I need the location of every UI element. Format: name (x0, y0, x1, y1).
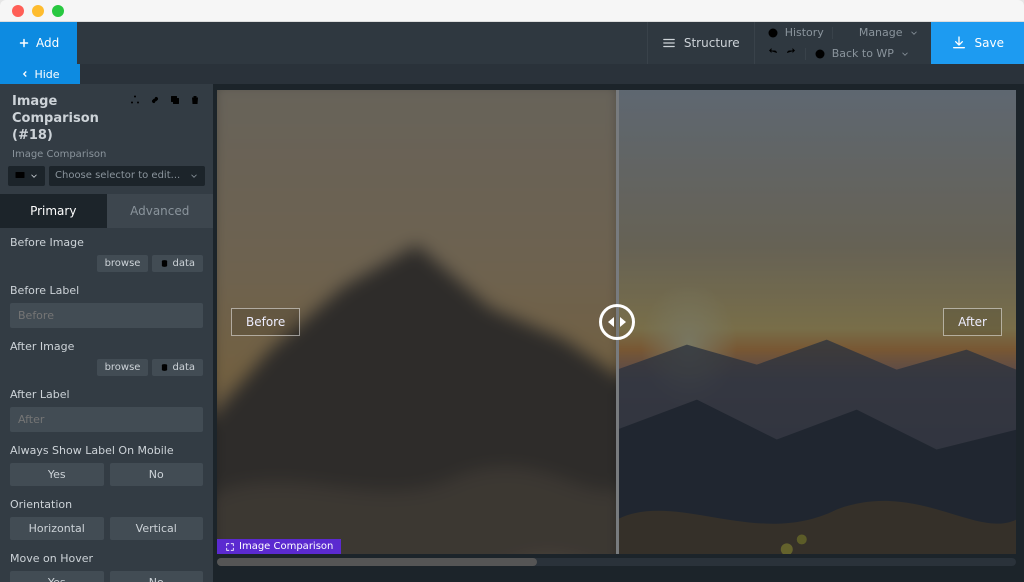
back-to-wp-button[interactable]: Back to WP (814, 47, 910, 60)
redo-icon (785, 46, 797, 58)
field-before-image: Before Image browse data (0, 228, 213, 276)
chevron-down-icon (909, 28, 919, 38)
field-label: Move on Hover (10, 552, 203, 565)
option-no[interactable]: No (110, 463, 204, 486)
inspector-sidebar: Image Comparison (#18) Image Comparison … (0, 84, 213, 582)
field-always-show-label: Always Show Label On Mobile Yes No (0, 436, 213, 490)
selector-dropdown[interactable]: Choose selector to edit... (49, 166, 205, 186)
database-icon (160, 259, 169, 268)
field-after-image: After Image browse data (0, 332, 213, 380)
secondary-bar: Hide (0, 64, 1024, 84)
inspector-tabs: Primary Advanced (0, 194, 213, 228)
link-icon[interactable] (149, 94, 161, 109)
duplicate-icon[interactable] (169, 94, 181, 109)
field-label: Orientation (10, 498, 203, 511)
database-icon (160, 363, 169, 372)
macos-titlebar (0, 0, 1024, 22)
selector-row: Choose selector to edit... (0, 166, 213, 194)
app-root: Add Structure History Manage (0, 22, 1024, 582)
horizontal-scrollbar[interactable] (217, 558, 1016, 566)
inspector-panel: Before Image browse data Before Label Af… (0, 228, 213, 582)
tab-primary[interactable]: Primary (0, 194, 107, 228)
sidebar-header: Image Comparison (#18) (0, 84, 213, 149)
structure-button[interactable]: Structure (647, 22, 754, 64)
field-label: After Image (10, 340, 203, 353)
expand-icon (225, 542, 235, 552)
comparison-handle[interactable] (599, 304, 635, 340)
toolbar-spacer (77, 22, 647, 64)
undo-icon (767, 46, 779, 58)
save-button[interactable]: Save (931, 22, 1024, 64)
trash-icon[interactable] (189, 94, 201, 109)
data-button[interactable]: data (152, 359, 203, 376)
field-label: After Label (10, 388, 203, 401)
option-yes[interactable]: Yes (10, 463, 104, 486)
device-dropdown[interactable] (8, 166, 45, 186)
data-label: data (172, 362, 195, 373)
field-after-label: After Label (0, 380, 213, 436)
add-label: Add (36, 36, 59, 50)
minimize-dot-icon[interactable] (32, 5, 44, 17)
maximize-dot-icon[interactable] (52, 5, 64, 17)
field-orientation: Orientation Horizontal Vertical (0, 490, 213, 544)
redo-button[interactable] (785, 46, 797, 61)
history-label: History (785, 26, 824, 39)
history-button[interactable]: History (767, 26, 824, 39)
component-title: Image Comparison (#18) (12, 94, 123, 145)
top-toolbar: Add Structure History Manage (0, 22, 1024, 64)
chevron-down-icon (900, 49, 910, 59)
close-dot-icon[interactable] (12, 5, 24, 17)
wordpress-icon (814, 48, 826, 60)
data-button[interactable]: data (152, 255, 203, 272)
history-icon (767, 27, 779, 39)
hide-panel-button[interactable]: Hide (0, 64, 80, 84)
option-yes[interactable]: Yes (10, 571, 104, 582)
structure-label: Structure (684, 36, 740, 50)
main-area: Image Comparison (#18) Image Comparison … (0, 84, 1024, 582)
chevron-down-icon (29, 171, 39, 181)
data-label: data (172, 258, 195, 269)
option-horizontal[interactable]: Horizontal (10, 517, 104, 540)
field-label: Before Label (10, 284, 203, 297)
preview-canvas[interactable]: Before After Image Comparison (217, 90, 1016, 554)
field-before-label: Before Label (0, 276, 213, 332)
canvas-wrap: Before After Image Comparison (213, 84, 1024, 582)
header-actions (129, 94, 201, 109)
undo-button[interactable] (767, 46, 779, 61)
selected-component-tag[interactable]: Image Comparison (217, 539, 341, 554)
browse-button[interactable]: browse (97, 359, 149, 376)
tab-advanced[interactable]: Advanced (107, 194, 214, 228)
tag-label: Image Comparison (239, 541, 333, 552)
hide-label: Hide (34, 68, 59, 81)
after-label-input[interactable] (10, 407, 203, 432)
chevron-down-icon (189, 171, 199, 181)
settings-icon (841, 27, 853, 39)
monitor-icon (14, 170, 26, 182)
field-move-on-hover: Move on Hover Yes No (0, 544, 213, 582)
scrollbar-thumb[interactable] (217, 558, 537, 566)
save-label: Save (975, 36, 1004, 50)
structure-icon (662, 36, 676, 50)
tree-icon[interactable] (129, 94, 141, 109)
manage-button[interactable]: Manage (841, 26, 919, 39)
manage-label: Manage (859, 26, 903, 39)
add-button[interactable]: Add (0, 22, 77, 64)
browse-button[interactable]: browse (97, 255, 149, 272)
back-to-wp-label: Back to WP (832, 47, 894, 60)
chevron-left-icon (20, 69, 30, 79)
download-icon (951, 35, 967, 51)
before-label-input[interactable] (10, 303, 203, 328)
selector-placeholder: Choose selector to edit... (55, 170, 180, 181)
before-label-badge: Before (231, 308, 300, 336)
plus-icon (18, 37, 30, 49)
field-label: Before Image (10, 236, 203, 249)
component-type: Image Comparison (0, 149, 213, 166)
after-label-badge: After (943, 308, 1002, 336)
field-label: Always Show Label On Mobile (10, 444, 203, 457)
option-no[interactable]: No (110, 571, 204, 582)
top-right-stack: History Manage Back t (754, 22, 931, 64)
option-vertical[interactable]: Vertical (110, 517, 204, 540)
